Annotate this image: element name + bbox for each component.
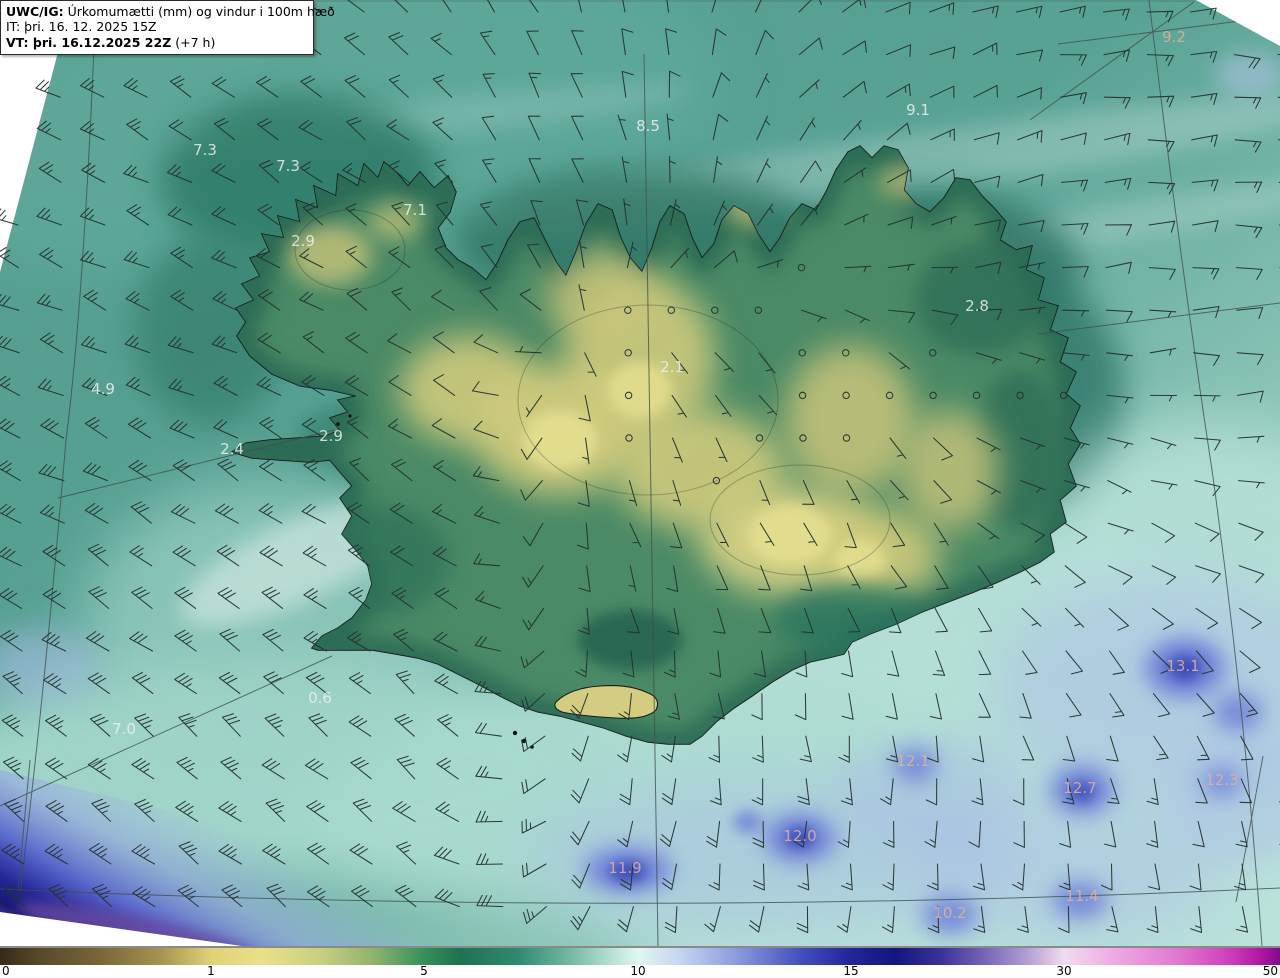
precip-max-label: 7.3 xyxy=(193,141,217,159)
precip-max-label: 7.0 xyxy=(112,720,136,738)
precip-max-label: 11.4 xyxy=(1065,887,1098,905)
precip-max-label: 7.1 xyxy=(403,201,427,219)
colorbar-tick: 10 xyxy=(630,964,646,978)
breidafjordur-islet xyxy=(336,422,340,426)
valid-time-offset: (+7 h) xyxy=(171,34,216,50)
precip-max-label: 2.4 xyxy=(220,440,244,458)
precip-max-label: 9.1 xyxy=(906,101,930,119)
precip-max-label: 2.8 xyxy=(965,297,989,315)
colorbar-tick: 0 xyxy=(2,964,10,978)
precip-max-label: 10.2 xyxy=(933,904,966,922)
colorbar-tick: 50 xyxy=(1262,964,1278,978)
precip-max-label: 0.6 xyxy=(308,689,332,707)
vestmannaeyjar-island xyxy=(512,730,518,736)
precip-max-label: 12.7 xyxy=(1063,779,1096,797)
precip-max-label: 7.3 xyxy=(276,157,300,175)
precip-max-label: 12.3 xyxy=(1205,771,1238,789)
precip-max-label: 2.9 xyxy=(319,427,343,445)
precip-max-label: 2.1 xyxy=(660,358,684,376)
precip-wind-map: 7.3 7.3 2.9 7.1 8.5 9.1 9.2 2.8 4.9 2.9 2.4 2.1 0.6 7… xyxy=(0,0,1280,978)
colorbar: 0 1 5 10 15 30 50 xyxy=(0,946,1280,978)
valid-time-line: VT: þri. 16.12.2025 22Z (+7 h) xyxy=(6,35,306,50)
precip-max-label: 2.9 xyxy=(291,232,315,250)
breidafjordur-islet xyxy=(348,414,352,418)
precip-max-label: 12.0 xyxy=(783,827,816,845)
precip-max-label: 13.1 xyxy=(1166,657,1199,675)
valid-time-bold: VT: þri. 16.12.2025 22Z xyxy=(6,34,172,50)
map-title-line: UWC/IG: Úrkomumætti (mm) og vindur i 100… xyxy=(6,4,335,19)
precip-max-label: 8.5 xyxy=(636,117,660,135)
precip-max-label: 9.2 xyxy=(1162,28,1186,46)
weather-map-canvas: 7.3 7.3 2.9 7.1 8.5 9.1 9.2 2.8 4.9 2.9 2.4 2.1 0.6 7… xyxy=(0,0,1280,978)
colorbar-tick: 1 xyxy=(207,964,215,978)
init-time-line: IT: þri. 16. 12. 2025 15Z xyxy=(6,19,157,35)
precip-max-label: 11.9 xyxy=(608,859,641,877)
colorbar-gradient xyxy=(0,948,1280,965)
colorbar-tick: 30 xyxy=(1056,964,1072,978)
map-title-text: Úrkomumætti (mm) og vindur i 100m hæð xyxy=(63,4,335,19)
precip-max-label: 4.9 xyxy=(91,380,115,398)
colorbar-tick: 5 xyxy=(420,964,428,978)
model-name: UWC/IG: xyxy=(6,4,64,19)
colorbar-tick-labels: 0 1 5 10 15 30 50 xyxy=(0,964,1280,978)
colorbar-tick: 15 xyxy=(843,964,859,978)
map-title-box: UWC/IG: Úrkomumætti (mm) og vindur i 100… xyxy=(0,0,335,55)
precip-max-label: 12.1 xyxy=(896,752,929,770)
